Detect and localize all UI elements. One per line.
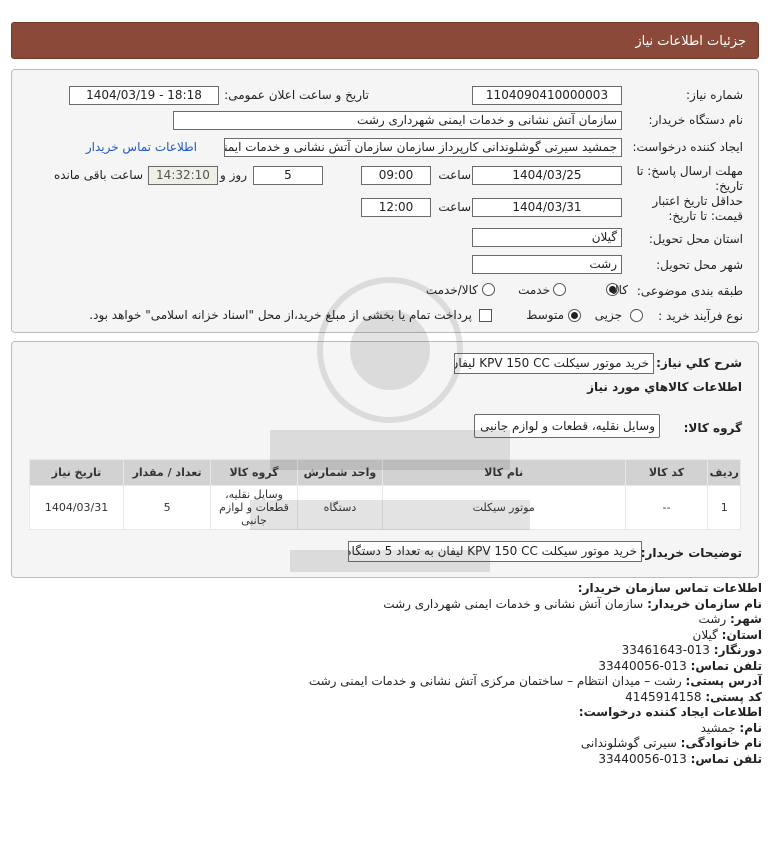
contact-address-label: آدرس پستی:: [685, 674, 762, 688]
creator-phone-label: تلفن تماس:: [690, 751, 762, 766]
table-row: 1 -- موتور سیکلت دستگاه وسایل نقلیه، قطع…: [28, 485, 741, 530]
contact-org-value: سازمان آتش نشانی و خدمات ایمنی شهرداری ر…: [383, 596, 644, 611]
cell-unit: دستگاه: [296, 485, 383, 530]
goods-info-title: اطلاعات کالاهاي مورد نياز: [587, 380, 742, 394]
contact-phone-label: تلفن تماس:: [690, 658, 762, 673]
days-field: 5: [253, 166, 323, 185]
contact-province-label: استان:: [721, 627, 762, 642]
general-desc-label: شرح کلي نياز:: [656, 356, 742, 370]
contact-province-value: گیلان: [692, 627, 718, 642]
announce-field: 1404/03/19 - 18:18: [69, 86, 219, 105]
category-option-both: کالا/خدمت: [425, 283, 478, 297]
process-label: نوع فرآیند خرید :: [658, 309, 743, 323]
validity-time-label: ساعت: [438, 200, 471, 214]
cell-row: 1: [707, 485, 741, 530]
contact-postal-row: کد پستی: 4145914158: [22, 690, 762, 706]
category-option-goods: کالا: [611, 283, 628, 297]
contact-org-label: نام سازمان خریدار:: [647, 596, 762, 611]
remaining-label: ساعت باقی مانده: [53, 168, 143, 182]
contact-fax-row: دورنگار: 013-33461643: [22, 643, 762, 659]
category-option-service: خدمت: [518, 283, 550, 297]
buyer-org-label: نام دستگاه خریدار:: [648, 113, 744, 127]
treasury-note: پرداخت تمام یا بخشی از مبلغ خرید،از محل …: [89, 308, 472, 322]
buyer-org-field: سازمان آتش نشانی و خدمات ایمنی شهرداری ر…: [173, 111, 622, 130]
buyer-contact-link[interactable]: اطلاعات تماس خریدار: [86, 140, 197, 154]
goods-group-field: وسایل نقلیه، قطعات و لوازم جانبی: [474, 414, 660, 438]
validity-date-field: 1404/03/31: [472, 198, 622, 217]
category-label: طبقه بندی موضوعی:: [636, 284, 743, 298]
contact-city-row: شهر: رشت: [22, 612, 762, 628]
contact-org-row: نام سازمان خریدار: سازمان آتش نشانی و خد…: [22, 597, 762, 613]
need-number-field: 1104090410000003: [472, 86, 622, 105]
cell-qty: 5: [123, 485, 212, 530]
creator-name-label: نام:: [739, 720, 762, 735]
creator-title: اطلاعات ایجاد کننده درخواست:: [578, 705, 762, 719]
creator-family-label: نام خانوادگی:: [680, 736, 762, 750]
contact-phone-row: تلفن تماس: 013-33440056: [22, 659, 762, 675]
col-qty: تعداد / مقدار: [123, 459, 212, 486]
city-field: رشت: [472, 255, 622, 274]
buyer-notes-label: توضیحات خریدار:: [640, 546, 742, 560]
need-number-label: شماره نیاز:: [686, 88, 743, 102]
general-desc-field: خرید موتور سیکلت KPV 150 CC لیفان: [454, 353, 654, 374]
cell-name: موتور سیکلت: [381, 485, 626, 530]
creator-family-value: سیرتی گوشلوندانی: [580, 736, 677, 750]
table-header-row: ردیف کد کالا نام کالا واحد شمارش گروه کا…: [28, 459, 741, 486]
col-date: تاریخ نیاز: [28, 459, 125, 486]
col-row: ردیف: [707, 459, 741, 486]
goods-table: ردیف کد کالا نام کالا واحد شمارش گروه کا…: [28, 459, 741, 530]
days-label: روز و: [220, 168, 247, 182]
deadline-time-field: 09:00: [361, 166, 431, 185]
deadline-label: مهلت ارسال پاسخ: تا تاریخ:: [636, 164, 743, 193]
contact-city-value: رشت: [698, 612, 727, 626]
contact-province-row: استان: گیلان: [22, 627, 763, 644]
process-option-medium: متوسط: [526, 308, 564, 322]
validity-time-field: 12:00: [361, 198, 431, 217]
deadline-date-field: 1404/03/25: [472, 166, 622, 185]
page-title: جزئیات اطلاعات نیاز: [635, 34, 746, 49]
cell-date: 1404/03/31: [28, 485, 125, 530]
treasury-checkbox[interactable]: [479, 309, 492, 322]
buyer-notes-field: خرید موتور سیکلت KPV 150 CC لیفان به تعد…: [348, 541, 642, 562]
contact-address-value: رشت – میدان انتظام – ساختمان مرکزی آتش ن…: [308, 674, 682, 688]
process-radio-medium[interactable]: [568, 309, 581, 322]
col-name: نام کالا: [381, 459, 626, 486]
creator-family-row: نام خانوادگی: سیرتی گوشلوندانی: [22, 736, 762, 752]
category-radio-service[interactable]: [553, 283, 566, 296]
creator-label: ایجاد کننده درخواست:: [632, 140, 743, 154]
process-option-minor: جزیی: [594, 308, 622, 322]
col-code: کد کالا: [624, 459, 709, 486]
contact-title: اطلاعات تماس سازمان خریدار:: [577, 581, 762, 595]
cell-code: --: [624, 485, 709, 530]
remaining-time-field: 14:32:10: [148, 166, 218, 185]
goods-group-label: گروه کالا:: [683, 421, 742, 435]
creator-name-value: جمشید: [700, 720, 736, 735]
deadline-time-label: ساعت: [438, 168, 471, 182]
creator-phone-row: تلفن تماس: 013-33440056: [22, 752, 762, 768]
creator-phone-value: 013-33440056: [598, 751, 687, 766]
city-label: شهر محل تحویل:: [656, 258, 743, 272]
announce-label: تاریخ و ساعت اعلان عمومی:: [224, 88, 369, 102]
category-radio-both[interactable]: [482, 283, 495, 296]
contact-address-row: آدرس پستی: رشت – میدان انتظام – ساختمان …: [22, 674, 762, 690]
col-group: گروه کالا: [210, 459, 298, 486]
process-radio-minor[interactable]: [630, 309, 643, 322]
cell-group: وسایل نقلیه، قطعات و لوازم جانبی: [210, 485, 298, 530]
creator-name-row: نام: جمشید: [22, 721, 762, 737]
contact-fax-label: دورنگار:: [713, 643, 762, 657]
contact-postal-label: کد پستی:: [705, 689, 762, 704]
col-unit: واحد شمارش: [296, 459, 383, 486]
validity-label: حداقل تاریخ اعتبار قیمت: تا تاریخ:: [652, 194, 743, 223]
province-label: استان محل تحویل:: [648, 232, 743, 246]
contact-postal-value: 4145914158: [625, 689, 702, 704]
creator-field: جمشید سیرتی گوشلوندانی کارپرداز سازمان س…: [224, 138, 622, 157]
province-field: گیلان: [472, 228, 622, 247]
contact-phone-value: 013-33440056: [598, 658, 687, 673]
page-header: جزئیات اطلاعات نیاز: [11, 22, 759, 59]
contact-city-label: شهر:: [730, 612, 762, 626]
contact-fax-value: 013-33461643: [621, 643, 710, 657]
contact-section: اطلاعات تماس سازمان خریدار: نام سازمان خ…: [22, 581, 762, 767]
